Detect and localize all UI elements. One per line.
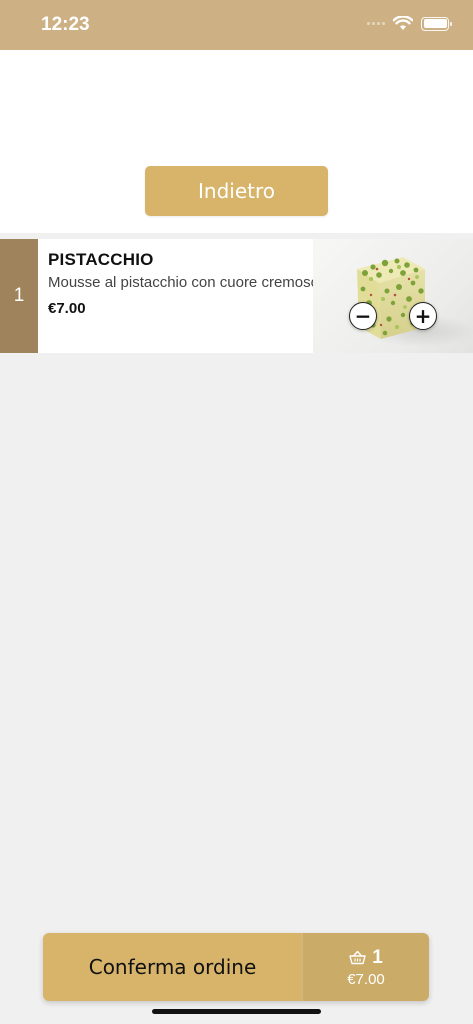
- cart-summary[interactable]: 1 €7.00: [302, 933, 429, 1001]
- status-time: 12:23: [41, 14, 90, 35]
- cart-count: 1: [372, 946, 383, 968]
- battery-icon: [421, 16, 452, 31]
- dessert-illustration: [357, 257, 473, 347]
- item-quantity-badge: 1: [0, 239, 38, 353]
- item-description: Mousse al pistacchio con cuore cremoso a…: [48, 274, 344, 291]
- confirm-order-bar: Conferma ordine 1 €7.00: [43, 933, 429, 1001]
- back-button[interactable]: Indietro: [145, 166, 328, 216]
- plus-icon[interactable]: +: [409, 302, 437, 330]
- cellular-signal-icon: [367, 22, 385, 25]
- item-name: PISTACCHIO: [48, 250, 154, 269]
- minus-icon[interactable]: −: [349, 302, 377, 330]
- cart-total: €7.00: [347, 970, 385, 988]
- status-icons: [367, 16, 452, 31]
- battery-level: [423, 19, 447, 28]
- confirm-order-button[interactable]: Conferma ordine: [43, 933, 302, 1001]
- item-price: €7.00: [48, 300, 86, 317]
- cart-count-row: 1: [349, 947, 383, 969]
- pistachio-dessert-image: − +: [313, 239, 473, 353]
- basket-icon: [349, 950, 366, 965]
- order-item-row[interactable]: 1 PISTACCHIO Mousse al pistacchio con cu…: [0, 239, 473, 353]
- top-panel: Indietro: [0, 50, 473, 233]
- wifi-icon: [393, 16, 413, 30]
- home-indicator[interactable]: [152, 1009, 321, 1014]
- status-bar: 12:23: [0, 0, 473, 50]
